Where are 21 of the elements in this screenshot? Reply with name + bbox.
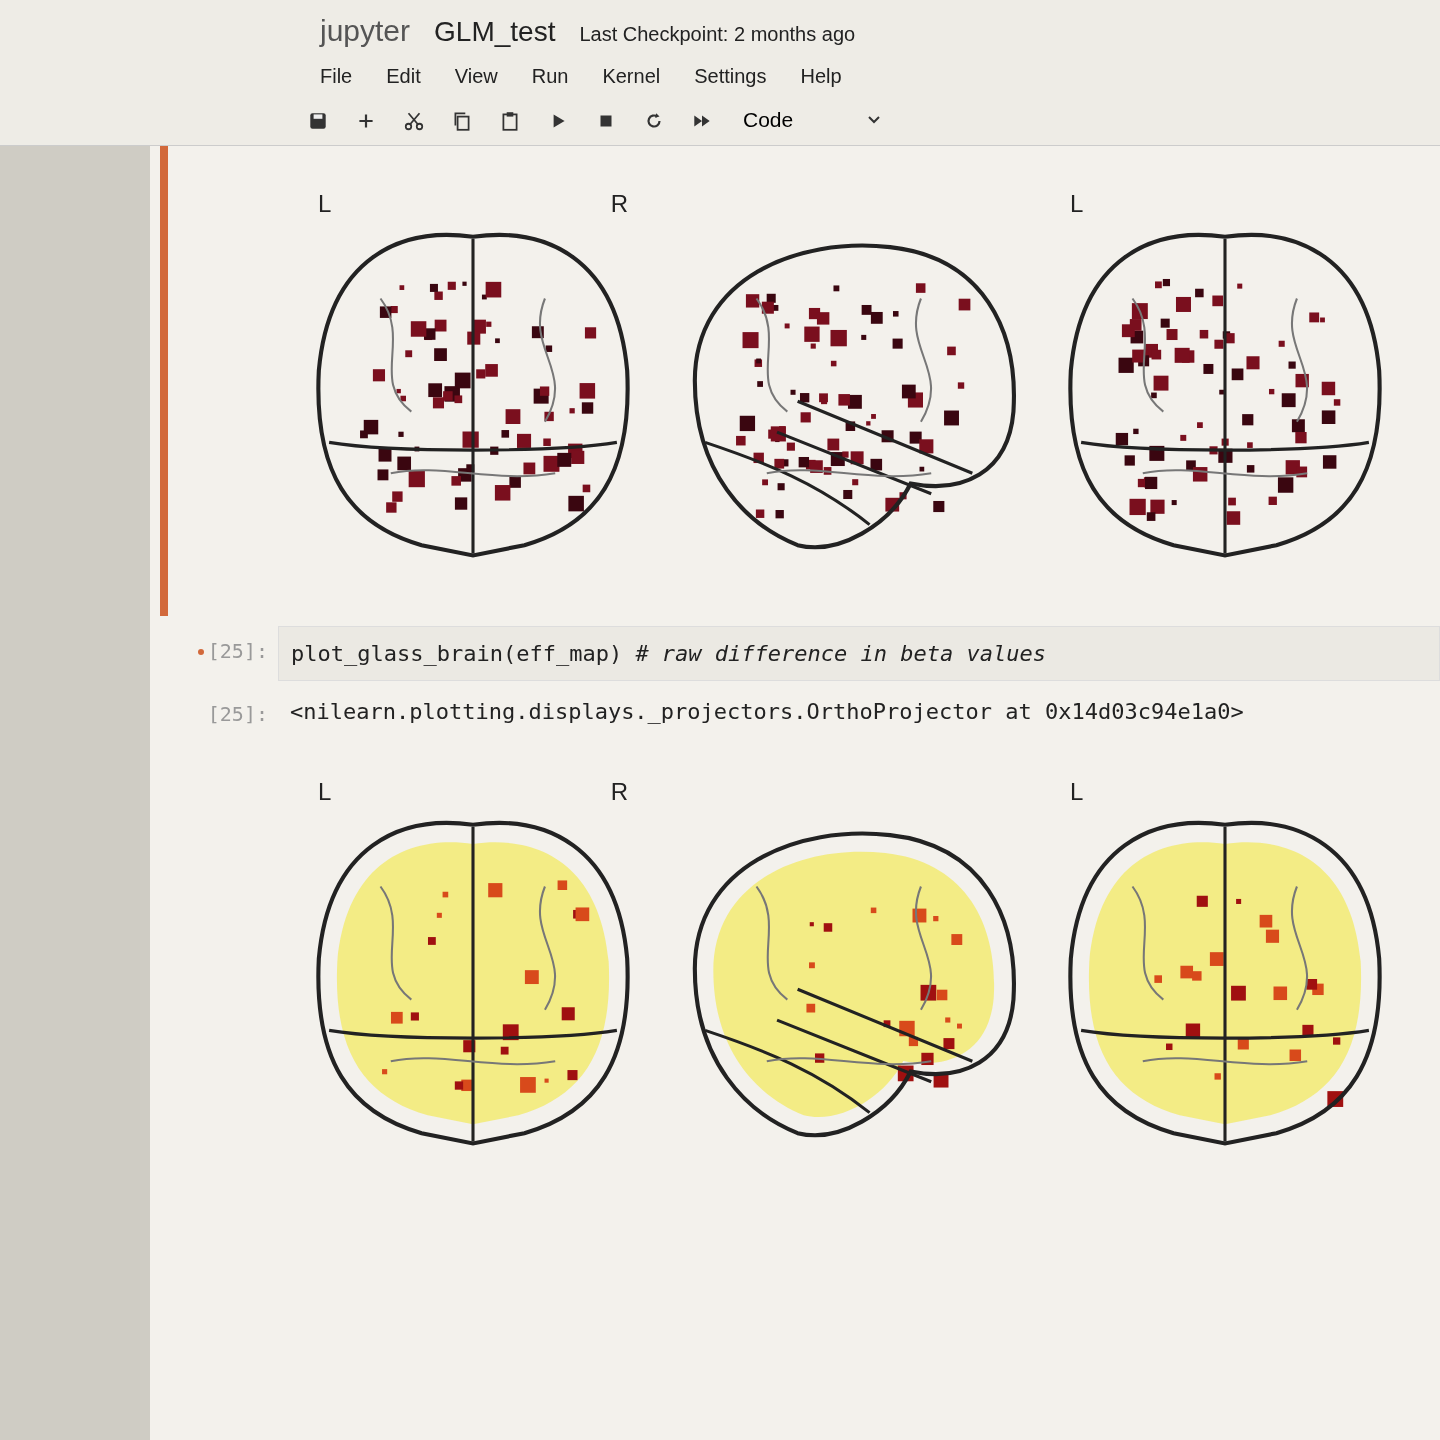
caret-icon	[867, 114, 881, 125]
notebook-title[interactable]: GLM_test	[434, 11, 556, 53]
menu-item[interactable]: Edit	[386, 61, 421, 91]
output-text: <nilearn.plotting.displays._projectors.OrthoProjector at 0x14d03c94e1a0>	[289, 697, 1245, 726]
cell-prompt: [25]:	[207, 701, 268, 726]
menu-item[interactable]: File	[320, 61, 353, 91]
orientation-label: L	[318, 189, 332, 217]
menu-item[interactable]: Settings	[694, 61, 767, 91]
cell-type-dropdown[interactable]: Code	[737, 103, 887, 137]
menu-item[interactable]: View	[454, 61, 498, 91]
orientation-label: R	[610, 189, 628, 217]
orientation-label: L	[1070, 189, 1084, 217]
orientation-label: L	[318, 777, 332, 805]
checkpoint-text: Last Checkpoint: 2 months ago	[579, 22, 856, 47]
menu-item[interactable]: Kernel	[602, 61, 661, 91]
menu-item[interactable]: Run	[531, 61, 569, 91]
orientation-label: R	[610, 777, 628, 805]
logo-text: jupyter	[320, 13, 411, 49]
menu-item[interactable]: Help	[800, 61, 842, 91]
orientation-label: L	[1070, 777, 1084, 805]
cell-prompt: [25]:	[197, 638, 268, 663]
